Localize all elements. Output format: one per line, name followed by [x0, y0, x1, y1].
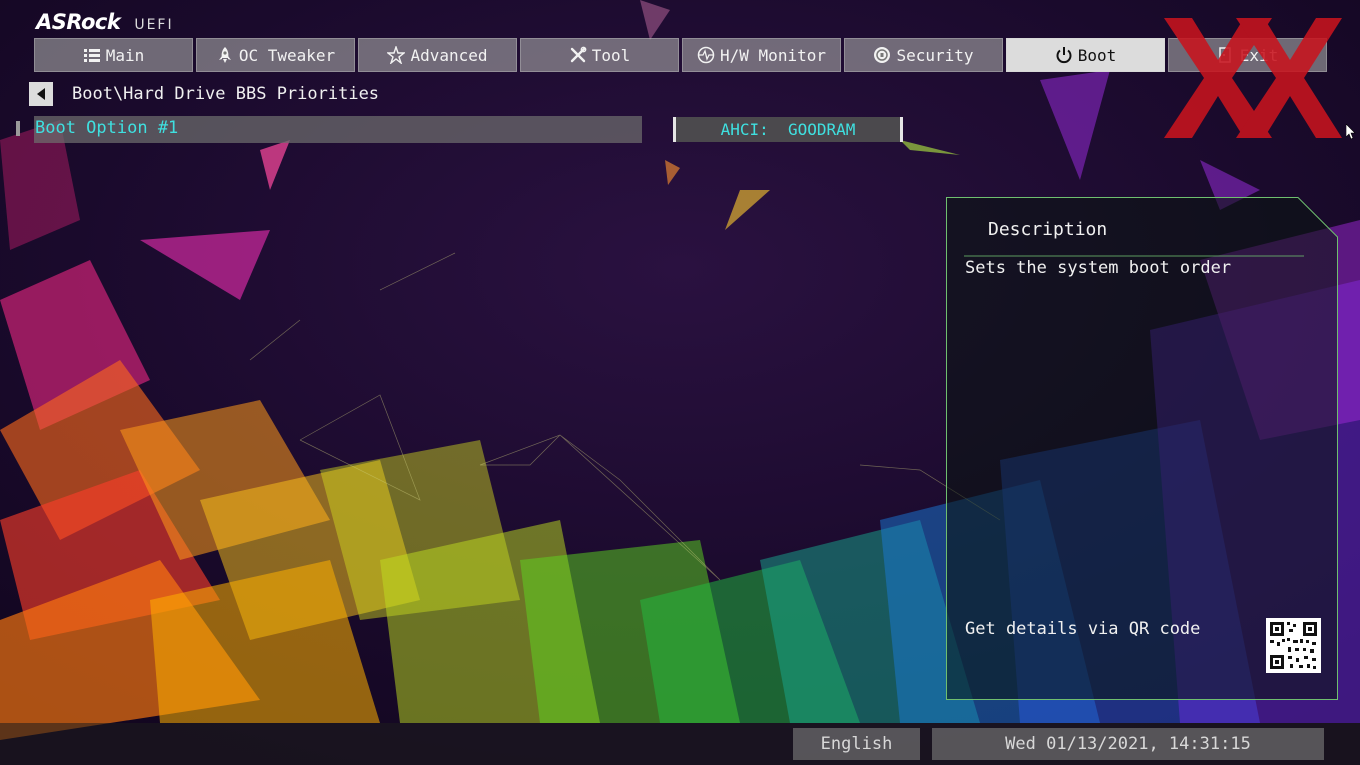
logo-brand: ASRock [36, 10, 121, 34]
boot-option-value[interactable]: AHCI: GOODRAM [673, 117, 903, 142]
tab-label: Security [896, 45, 974, 65]
power-icon [1055, 46, 1073, 64]
logo-uefi: UEFI [134, 17, 174, 33]
language-button[interactable]: English [793, 728, 920, 760]
tab-label: Boot [1077, 45, 1117, 65]
mouse-cursor-icon [1346, 124, 1356, 140]
tab-label: Tool [591, 45, 631, 65]
qr-prompt: Get details via QR code [965, 619, 1201, 639]
shield-icon [873, 46, 891, 64]
boot-option-label[interactable]: Boot Option #1 [35, 118, 178, 138]
boot-option-value-text: AHCI: GOODRAM [720, 120, 856, 139]
breadcrumb: Boot\Hard Drive BBS Priorities [72, 84, 380, 104]
description-text: Sets the system boot order [965, 258, 1232, 278]
star-icon [387, 46, 406, 64]
tab-advanced[interactable]: Advanced [358, 38, 517, 72]
tab-label: Main [105, 45, 145, 65]
tools-icon [569, 46, 587, 64]
list-icon [83, 46, 101, 64]
selection-marker [16, 121, 20, 136]
tab-oc-tweaker[interactable]: OC Tweaker [196, 38, 355, 72]
tab-label: OC Tweaker [238, 45, 336, 65]
back-arrow-icon [36, 85, 46, 104]
qr-code[interactable] [1266, 618, 1321, 673]
date-time: Wed 01/13/2021, 14:31:15 [932, 728, 1324, 760]
monitor-icon [697, 46, 715, 64]
rocket-icon [216, 46, 234, 64]
back-button[interactable] [29, 82, 53, 106]
tab-label: H/W Monitor [720, 45, 826, 65]
tab-security[interactable]: Security [844, 38, 1003, 72]
tab-main[interactable]: Main [34, 38, 193, 72]
tab-label: Advanced [410, 45, 488, 65]
tab-hw-monitor[interactable]: H/W Monitor [682, 38, 841, 72]
asrock-logo: ASRock UEFI [36, 10, 174, 36]
watermark-logo [1164, 18, 1342, 138]
tab-boot[interactable]: Boot [1006, 38, 1165, 72]
tab-tool[interactable]: Tool [520, 38, 679, 72]
description-title: Description [988, 219, 1108, 240]
